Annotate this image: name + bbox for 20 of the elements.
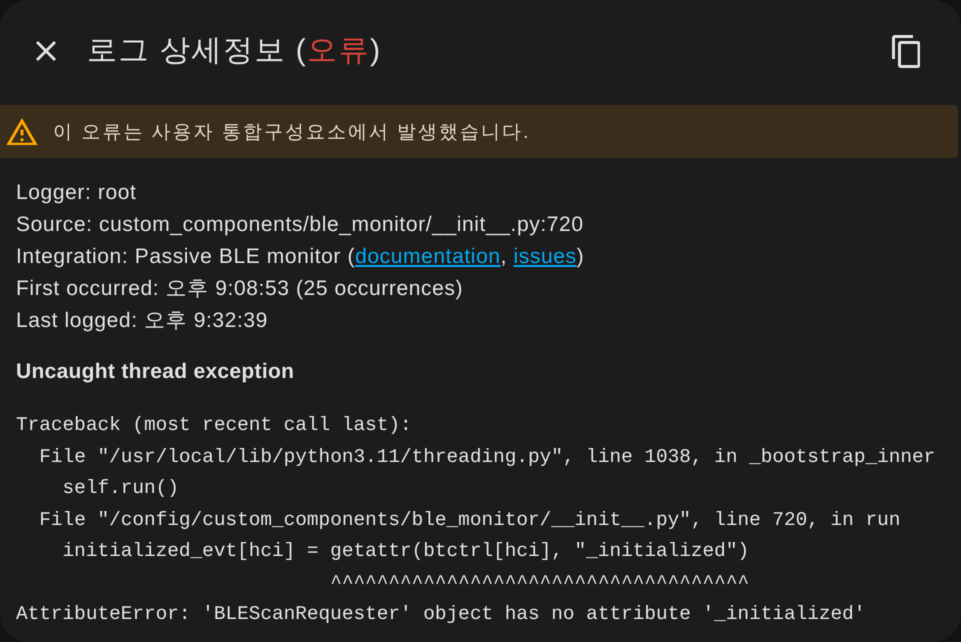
- traceback-line: File "/usr/local/lib/python3.11/threading.py", line 1038, in _bootstrap_inner: [39, 444, 936, 470]
- traceback-line: Traceback (most recent call last):: [16, 413, 412, 438]
- detail-text: Last logged: 오후 9:32:39: [16, 308, 268, 334]
- detail-text: Logger: root: [16, 180, 136, 206]
- close-icon: [36, 41, 56, 61]
- traceback-line: ^^^^^^^^^^^^^^^^^^^^^^^^^^^^^^^^^^^^: [330, 570, 750, 596]
- inline-link[interactable]: issues: [514, 245, 577, 268]
- copy-icon: [892, 34, 920, 68]
- warning-message: 이 오류는 사용자 통합구성요소에서 발생했습니다.: [53, 120, 530, 144]
- warning-icon: [6, 118, 38, 146]
- detail-text: Integration: Passive BLE monitor (documentation, issues): [16, 244, 584, 270]
- exception-message: Uncaught thread exception: [16, 359, 294, 385]
- traceback-line: File "/config/custom_components/ble_monitor/__init__.py", line 720, in run: [39, 508, 900, 532]
- traceback-line: initialized_evt[hci] = getattr(btctrl[hci], "_initialized"): [62, 539, 750, 564]
- detail-text: Source: custom_components/ble_monitor/__init__.py:720: [16, 212, 584, 238]
- inline-link[interactable]: documentation: [355, 245, 501, 268]
- traceback-line: AttributeError: 'BLEScanRequester' object has no attribute '_initialized': [16, 602, 866, 627]
- traceback-line: self.run(): [62, 476, 179, 501]
- detail-text: First occurred: 오후 9:08:53 (25 occurrences): [16, 276, 464, 302]
- dialog-title: 로그 상세정보 (오류): [87, 33, 382, 69]
